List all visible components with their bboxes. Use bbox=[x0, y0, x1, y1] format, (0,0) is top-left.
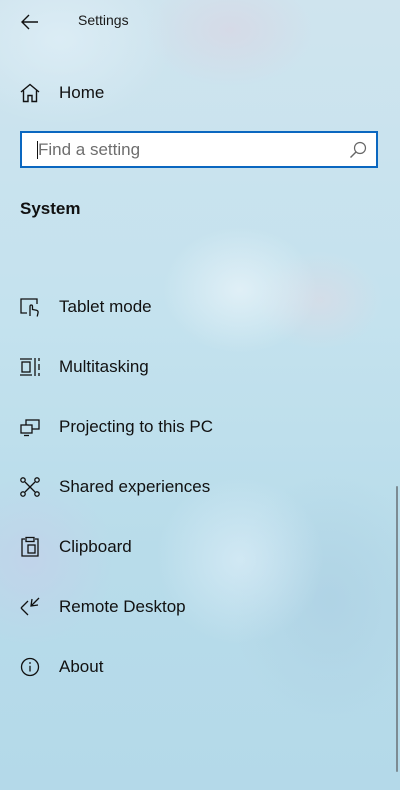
nav-item-about[interactable]: About bbox=[0, 637, 400, 697]
nav-item-multitasking[interactable]: Multitasking bbox=[0, 337, 400, 397]
shared-experiences-icon bbox=[18, 475, 42, 499]
nav-item-clipboard[interactable]: Clipboard bbox=[0, 517, 400, 577]
system-nav-list: Tablet mode Multitasking Projecting to t… bbox=[0, 277, 400, 697]
text-caret bbox=[37, 141, 38, 159]
nav-item-label: Projecting to this PC bbox=[59, 417, 214, 436]
info-icon bbox=[18, 655, 42, 679]
nav-item-shared-experiences[interactable]: Shared experiences bbox=[0, 457, 400, 517]
search-input[interactable] bbox=[22, 133, 358, 166]
search-box[interactable] bbox=[20, 131, 378, 168]
multitasking-icon bbox=[18, 355, 42, 379]
back-button[interactable] bbox=[8, 4, 52, 40]
nav-item-tablet-mode[interactable]: Tablet mode bbox=[0, 277, 400, 337]
nav-item-label: Clipboard bbox=[59, 537, 132, 556]
clipboard-icon bbox=[18, 535, 42, 559]
nav-item-label: Remote Desktop bbox=[59, 597, 186, 616]
nav-item-remote-desktop[interactable]: Remote Desktop bbox=[0, 577, 400, 637]
nav-item-home-label: Home bbox=[59, 83, 105, 102]
nav-item-label: Tablet mode bbox=[59, 297, 152, 316]
search-icon[interactable] bbox=[348, 140, 368, 160]
scrollbar[interactable] bbox=[396, 486, 398, 772]
projecting-icon bbox=[18, 415, 42, 439]
nav-item-home[interactable]: Home bbox=[0, 72, 400, 114]
nav-item-label: Shared experiences bbox=[59, 477, 211, 496]
remote-desktop-icon bbox=[18, 595, 42, 619]
window-title: Settings bbox=[78, 12, 129, 28]
section-heading: System bbox=[20, 199, 81, 218]
back-arrow-icon bbox=[21, 14, 39, 30]
nav-item-projecting[interactable]: Projecting to this PC bbox=[0, 397, 400, 457]
title-bar: Settings bbox=[0, 0, 400, 44]
nav-item-label: Multitasking bbox=[59, 357, 149, 376]
nav-item-label: About bbox=[59, 657, 104, 676]
home-icon bbox=[18, 81, 42, 105]
tablet-mode-icon bbox=[18, 295, 42, 319]
